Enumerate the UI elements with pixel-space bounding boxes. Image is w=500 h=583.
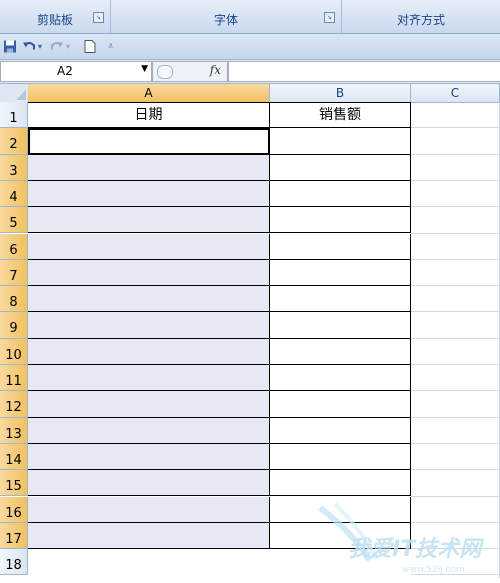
cell-a11[interactable] xyxy=(28,365,270,392)
gridline xyxy=(411,364,500,365)
ribbon-group-alignment-label: 对齐方式 xyxy=(396,13,445,27)
gridline xyxy=(411,206,500,208)
cell-a3[interactable] xyxy=(28,154,270,181)
row-header-6[interactable]: 6 xyxy=(0,233,28,260)
row-header-17[interactable]: 17 xyxy=(0,522,28,550)
chevron-down-icon[interactable]: ▼ xyxy=(141,64,148,74)
gridline xyxy=(411,179,500,181)
name-box[interactable]: A2 ▼ xyxy=(0,61,152,82)
cell-b1[interactable]: 销售额 xyxy=(270,102,411,129)
formula-input[interactable] xyxy=(228,61,500,82)
undo-dropdown-icon[interactable]: ▾ xyxy=(38,39,42,54)
save-icon[interactable] xyxy=(3,39,17,54)
watermark-url: www.52ij.com xyxy=(402,565,465,575)
name-box-value: A2 xyxy=(57,64,73,78)
cell-a1[interactable]: 日期 xyxy=(28,102,270,129)
gridline xyxy=(411,495,500,497)
select-all-corner[interactable] xyxy=(0,84,29,103)
gridline xyxy=(411,232,500,234)
cell-a15[interactable] xyxy=(28,470,270,497)
ribbon-group-alignment: 对齐方式 xyxy=(342,0,500,33)
row-header-2[interactable]: 2 xyxy=(0,128,28,155)
insert-function-button[interactable]: fx xyxy=(210,63,221,77)
dialog-launcher-icon[interactable]: ↘ xyxy=(324,12,335,23)
cell-a10[interactable] xyxy=(28,338,270,365)
ribbon-group-clipboard: 剪贴板 ↘ xyxy=(0,0,111,33)
new-document-icon[interactable] xyxy=(84,39,96,54)
formula-bar: A2 ▼ fx xyxy=(0,60,500,84)
row-header-1[interactable]: 1 xyxy=(0,102,28,129)
cell-a14[interactable] xyxy=(28,443,270,471)
customize-dropdown-icon[interactable]: ⩡ xyxy=(108,39,114,54)
row-header-15[interactable]: 15 xyxy=(0,470,28,497)
row-header-14[interactable]: 14 xyxy=(0,443,28,471)
cell-a9[interactable] xyxy=(28,312,270,339)
cell-a8[interactable] xyxy=(28,286,270,313)
column-header-c[interactable]: C xyxy=(411,84,500,103)
gridline xyxy=(411,416,500,418)
cell-b9[interactable] xyxy=(270,312,411,339)
column-header-a[interactable]: A xyxy=(28,84,270,104)
gridline xyxy=(411,127,500,129)
cell-b14[interactable] xyxy=(270,443,411,471)
column-header-b[interactable]: B xyxy=(270,84,411,103)
cell-b6[interactable] xyxy=(270,233,411,260)
row-header-5[interactable]: 5 xyxy=(0,207,28,234)
row-header-8[interactable]: 8 xyxy=(0,286,28,313)
ribbon-group-bar: 剪贴板 ↘ 字体 ↘ 对齐方式 xyxy=(0,0,500,34)
ribbon-group-font-label: 字体 xyxy=(213,13,238,27)
cell-b7[interactable] xyxy=(270,259,411,287)
row-header-18[interactable]: 18 xyxy=(0,549,28,576)
cell-a4[interactable] xyxy=(28,180,270,208)
row-header-4[interactable]: 4 xyxy=(0,180,28,208)
cell-a16[interactable] xyxy=(28,496,270,523)
cell-b3[interactable] xyxy=(270,154,411,181)
redo-dropdown-icon[interactable]: ▾ xyxy=(66,39,70,54)
cell-b13[interactable] xyxy=(270,417,411,444)
row-header-12[interactable]: 12 xyxy=(0,391,28,418)
cell-b2[interactable] xyxy=(270,128,411,155)
ribbon-group-font: 字体 ↘ xyxy=(111,0,342,33)
row-header-3[interactable]: 3 xyxy=(0,154,28,181)
cell-b10[interactable] xyxy=(270,338,411,365)
gridline xyxy=(411,337,500,339)
dialog-launcher-icon[interactable]: ↘ xyxy=(93,12,104,23)
cell-b5[interactable] xyxy=(270,207,411,234)
function-area: fx xyxy=(152,61,228,82)
row-header-10[interactable]: 10 xyxy=(0,338,28,365)
gridline xyxy=(411,469,500,471)
gridline xyxy=(411,390,500,392)
redo-icon[interactable] xyxy=(50,39,64,54)
row-header-11[interactable]: 11 xyxy=(0,365,28,392)
row-header-13[interactable]: 13 xyxy=(0,417,28,444)
watermark-logo: 我爱IT技术网 www.52ij.com xyxy=(318,502,484,575)
gridline xyxy=(411,311,500,313)
row-header-16[interactable]: 16 xyxy=(0,496,28,523)
cell-a17[interactable] xyxy=(28,522,270,550)
cell-a2[interactable] xyxy=(28,128,270,155)
cell-b15[interactable] xyxy=(270,470,411,497)
cell-b4[interactable] xyxy=(270,180,411,208)
quick-access-toolbar: ▾ ▾ ⩡ xyxy=(0,34,500,60)
cell-a5[interactable] xyxy=(28,207,270,234)
gridline xyxy=(411,153,500,155)
cell-a12[interactable] xyxy=(28,391,270,418)
cell-a13[interactable] xyxy=(28,417,270,444)
gridline xyxy=(411,285,500,287)
undo-icon[interactable] xyxy=(22,39,36,54)
watermark-text: 我爱IT技术网 xyxy=(348,537,484,562)
gridline xyxy=(411,258,500,260)
cell-a7[interactable] xyxy=(28,259,270,287)
cell-b12[interactable] xyxy=(270,391,411,418)
row-header-7[interactable]: 7 xyxy=(0,259,28,287)
cell-b11[interactable] xyxy=(270,365,411,392)
cell-a6[interactable] xyxy=(28,233,270,260)
formula-circle-icon xyxy=(157,65,173,79)
table-top-border xyxy=(28,102,411,103)
gridline xyxy=(411,442,500,444)
row-header-9[interactable]: 9 xyxy=(0,312,28,339)
cell-b8[interactable] xyxy=(270,286,411,313)
